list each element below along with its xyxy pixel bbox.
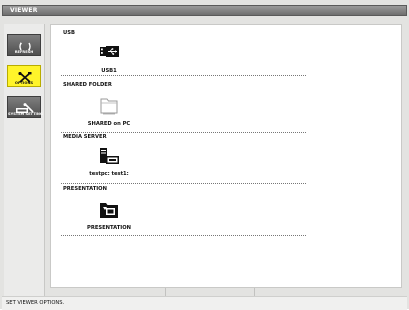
sidebar-item-label: OPTIONS [14,81,34,85]
media-server-label: testpc: test1: [89,171,129,177]
sidebar-item-label: SYSTEM SETTING [8,112,43,116]
viewer-window: VIEWER REFRESH OPTIONS SYSTEM SETTING US… [0,0,409,310]
viewer-main-panel: USB USB1 SHARED FOLDER SHARED on PC MEDI… [50,24,402,288]
status-segments [2,288,407,296]
section-divider [61,75,306,76]
section-title-media-server: MEDIA SERVER [63,134,107,140]
window-title: VIEWER [10,7,38,14]
section-title-shared-folder: SHARED FOLDER [63,82,112,88]
presentation-icon [97,199,121,221]
status-message: SET VIEWER OPTIONS. [6,300,65,306]
section-title-presentation: PRESENTATION [63,186,107,192]
media-server-icon [97,145,121,167]
usb-icon [97,42,121,64]
options-button[interactable]: OPTIONS [7,65,41,87]
section-title-usb: USB [63,30,75,36]
section-divider [61,183,306,184]
system-setting-icon [8,99,40,113]
presentation-label: PRESENTATION [87,225,131,231]
tools-icon [8,68,40,83]
section-divider [61,235,306,236]
shared-folder-label: SHARED on PC [87,121,131,127]
sidebar: REFRESH OPTIONS SYSTEM SETTING [4,24,45,300]
sidebar-item-label: REFRESH [14,50,34,54]
section-divider [61,132,306,133]
system-setting-button[interactable]: SYSTEM SETTING [7,96,43,118]
status-divider [165,288,166,296]
folder-icon [97,95,121,117]
refresh-icon [8,37,40,51]
message-bar: SET VIEWER OPTIONS. [2,296,407,310]
status-divider [254,288,255,296]
usb-drive-label: USB1 [101,68,117,74]
refresh-button[interactable]: REFRESH [7,34,41,56]
title-bar: VIEWER [2,5,407,16]
